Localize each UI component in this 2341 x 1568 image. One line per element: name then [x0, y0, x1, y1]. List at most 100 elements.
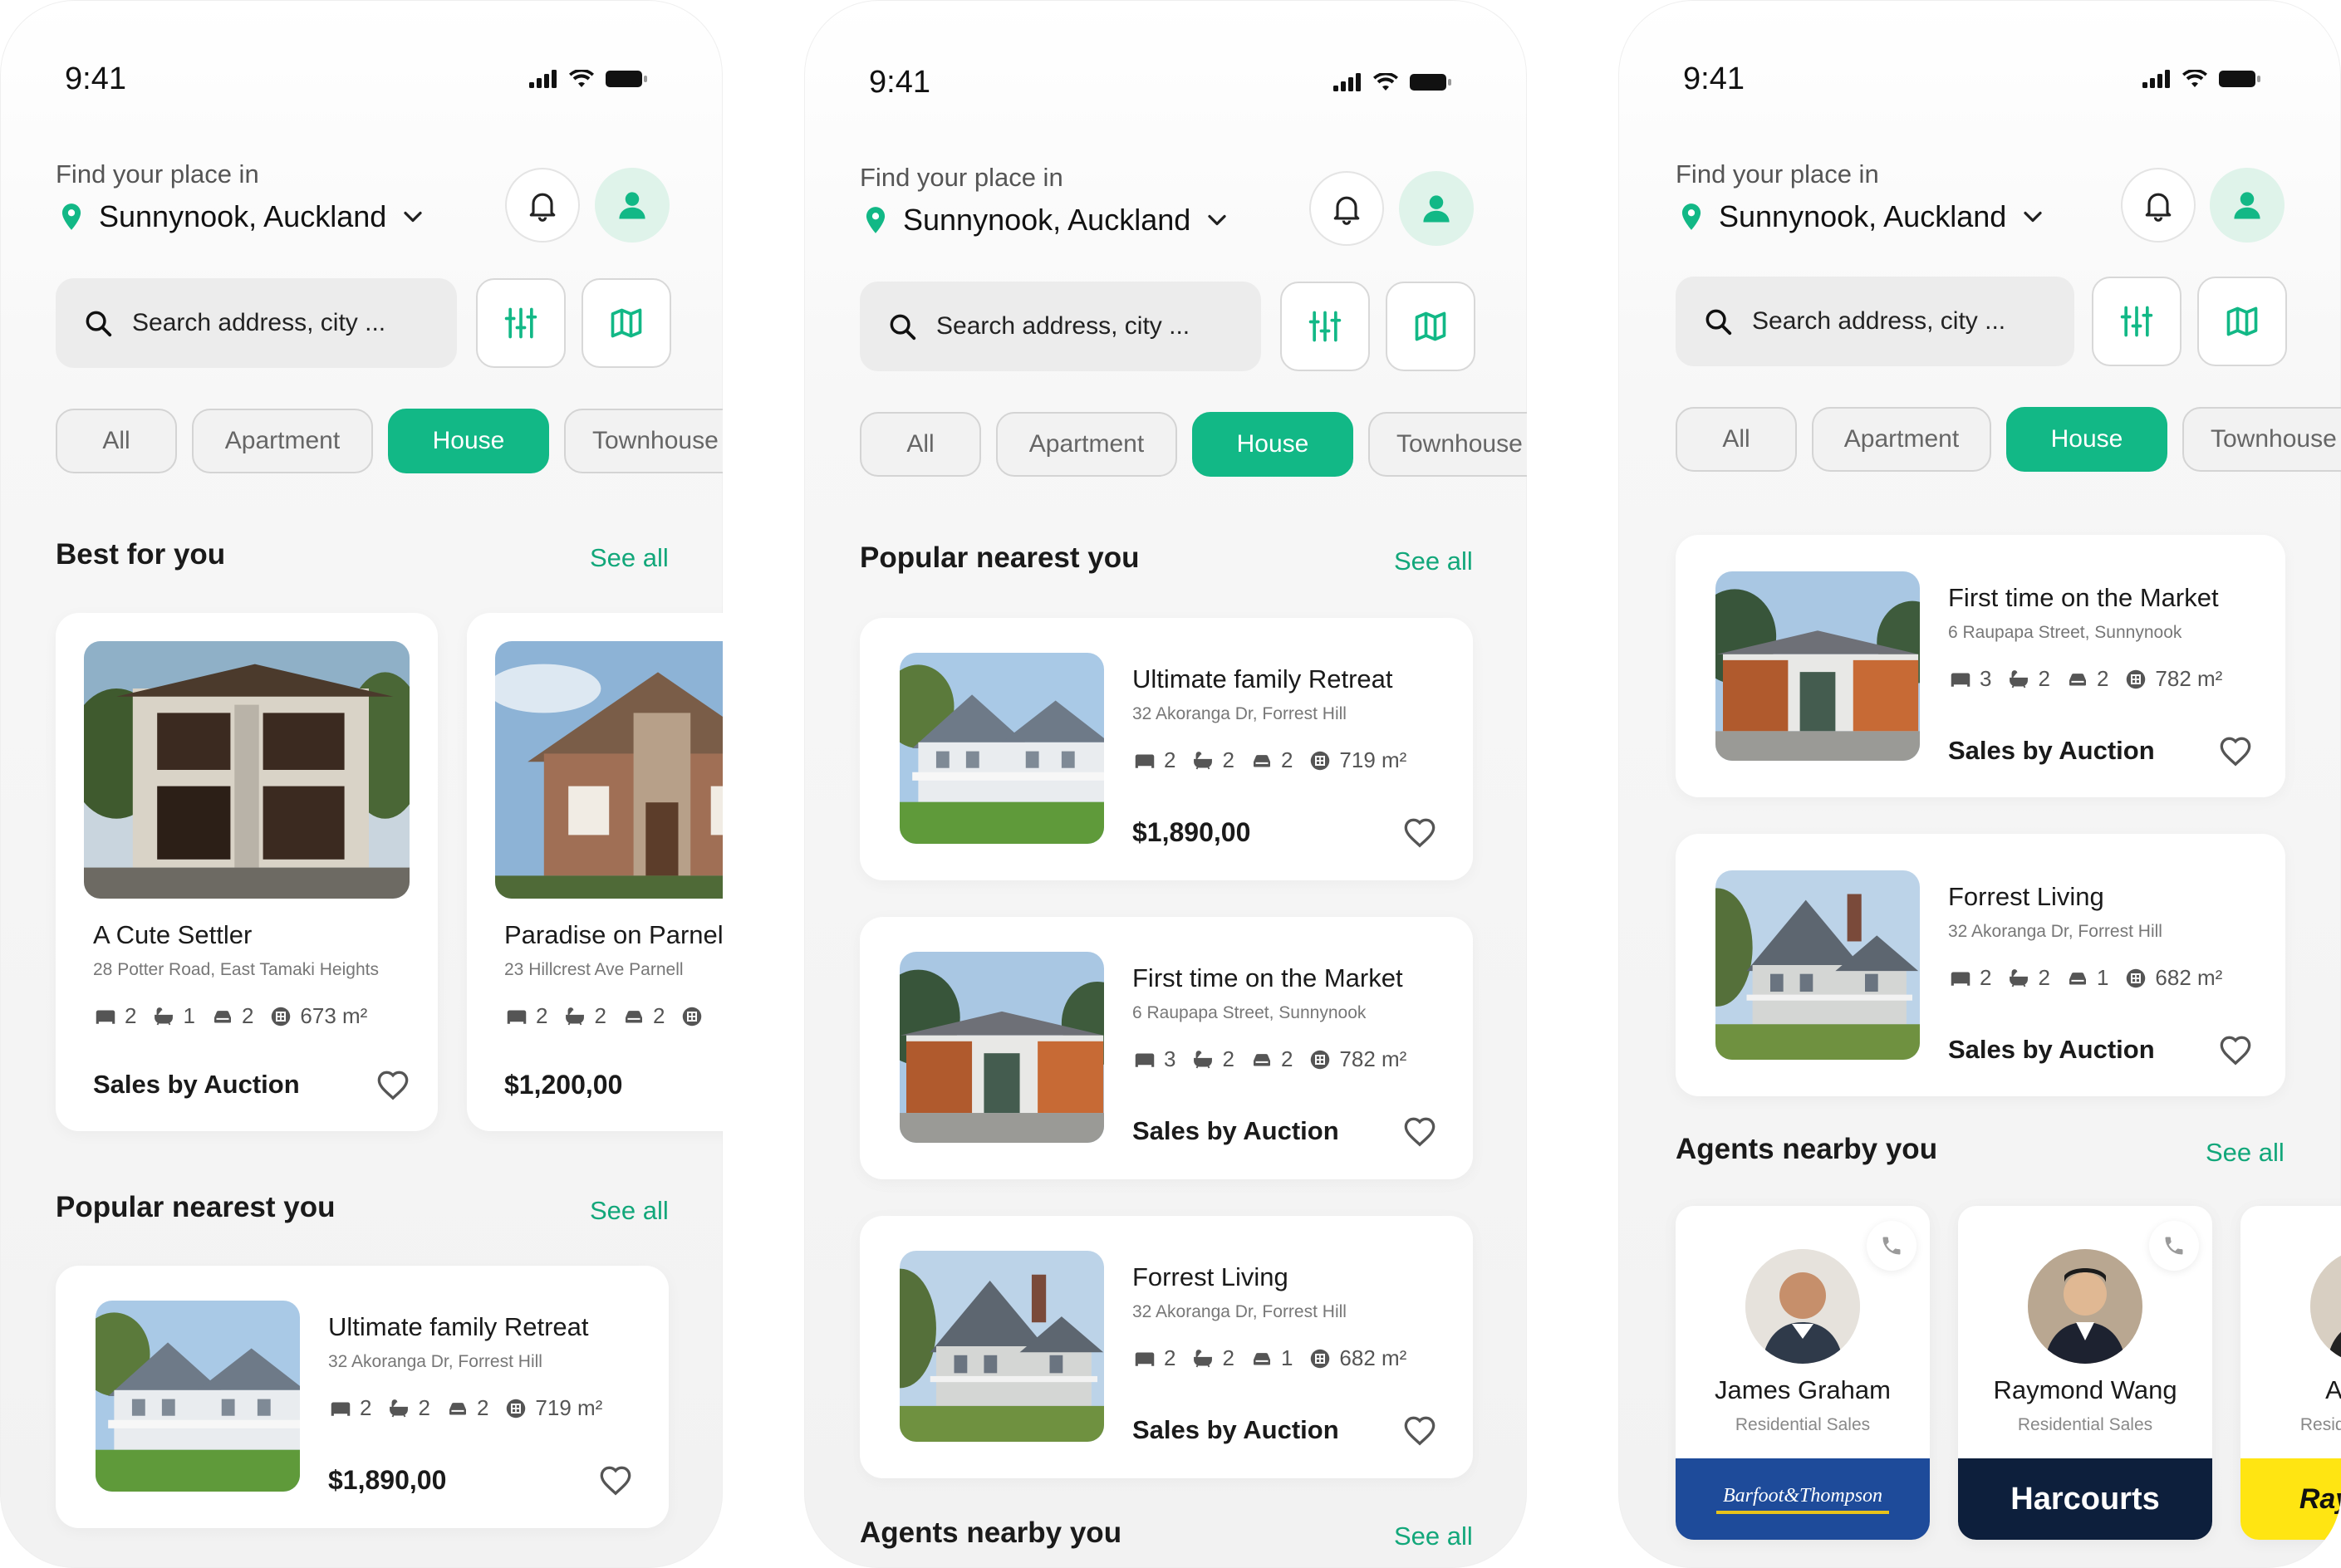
filter-button[interactable]: [476, 278, 566, 368]
see-all-agents[interactable]: See all: [1394, 1521, 1473, 1551]
see-all-agents[interactable]: See all: [2206, 1138, 2285, 1168]
area-value: 682 m²: [2155, 965, 2223, 990]
area-icon: [2123, 966, 2148, 991]
area-value: 673 m²: [300, 1003, 368, 1028]
property-title: Ultimate family Retreat: [1132, 664, 1393, 693]
sliders-icon: [2118, 303, 2155, 340]
property-card[interactable]: Forrest Living 32 Akoranga Dr, Forrest H…: [860, 1216, 1473, 1478]
agent-name: Raymond Wang: [1993, 1375, 2177, 1404]
status-icons: [528, 70, 650, 88]
garages-count: 2: [1280, 1046, 1293, 1071]
baths-count: 2: [1222, 747, 1234, 772]
property-photo: [900, 653, 1104, 844]
garages-count: 2: [652, 1003, 665, 1028]
profile-button[interactable]: [595, 168, 670, 243]
favorite-button[interactable]: [1401, 1115, 1438, 1151]
chip-townhouse[interactable]: Townhouse: [564, 409, 723, 473]
chip-house[interactable]: House: [1192, 412, 1353, 477]
bed-icon: [1948, 966, 1973, 991]
location-selector[interactable]: Sunnynook, Auckland: [56, 199, 428, 234]
find-place-label: Find your place in: [56, 159, 259, 189]
property-card[interactable]: First time on the Market 6 Raupapa Stree…: [1676, 535, 2285, 797]
chip-apartment[interactable]: Apartment: [192, 409, 373, 473]
map-button[interactable]: [582, 278, 671, 368]
call-agent-button[interactable]: [1867, 1221, 1916, 1271]
property-card[interactable]: Ultimate family Retreat 32 Akoranga Dr, …: [56, 1266, 669, 1528]
search-placeholder: Search address, city ...: [936, 312, 1190, 340]
favorite-button[interactable]: [2217, 734, 2254, 771]
status-icons: [1332, 73, 1454, 91]
heart-icon: [2219, 1035, 2252, 1068]
chip-apartment[interactable]: Apartment: [996, 412, 1177, 477]
chip-apartment[interactable]: Apartment: [1812, 407, 1991, 472]
car-icon: [2065, 966, 2090, 991]
favorite-button[interactable]: [1401, 1414, 1438, 1450]
property-card[interactable]: Paradise on Parnell 23 Hillcrest Ave Par…: [467, 613, 723, 1131]
property-footer: Sales by Auction: [1132, 1415, 1339, 1444]
chip-all[interactable]: All: [56, 409, 177, 473]
chip-all[interactable]: All: [860, 412, 981, 477]
beds-count: 2: [1980, 965, 1992, 990]
agent-card[interactable]: James Graham Residential Sales Barfoot&T…: [1676, 1206, 1930, 1540]
bath-icon: [2006, 966, 2031, 991]
bed-icon: [1132, 748, 1157, 773]
location-selector[interactable]: Sunnynook, Auckland: [1676, 199, 2048, 234]
user-icon: [2229, 187, 2265, 223]
map-button[interactable]: [1386, 282, 1475, 371]
bed-icon: [1948, 667, 1973, 692]
see-all-best[interactable]: See all: [590, 543, 669, 573]
see-all-popular[interactable]: See all: [590, 1196, 669, 1226]
call-agent-button[interactable]: [2149, 1221, 2199, 1271]
bed-icon: [1132, 1346, 1157, 1371]
chip-townhouse[interactable]: Townhouse: [2182, 407, 2341, 472]
search-input[interactable]: Search address, city ...: [1676, 277, 2074, 366]
property-card[interactable]: Forrest Living 32 Akoranga Dr, Forrest H…: [1676, 834, 2285, 1096]
chip-house[interactable]: House: [2006, 407, 2167, 472]
area-icon: [1308, 1346, 1332, 1371]
favorite-button[interactable]: [2217, 1033, 2254, 1070]
property-photo: [900, 952, 1104, 1143]
car-icon: [2065, 667, 2090, 692]
chip-house[interactable]: House: [388, 409, 549, 473]
agent-card[interactable]: Akshay Residential Sales Ray White: [2240, 1206, 2341, 1540]
see-all-popular[interactable]: See all: [1394, 546, 1473, 576]
search-input[interactable]: Search address, city ...: [56, 278, 457, 368]
beds-count: 3: [1980, 666, 1992, 691]
screen-agents-nearby: 9:41 Find your place in Sunnynook, Auckl…: [1618, 0, 2341, 1568]
map-button[interactable]: [2197, 277, 2287, 366]
agent-name: Akshay: [2325, 1375, 2341, 1404]
garages-count: 1: [2096, 965, 2109, 990]
agent-role: Residential Sales: [2017, 1415, 2153, 1434]
property-photo: [84, 641, 410, 899]
bell-icon: [2140, 187, 2177, 223]
chip-townhouse[interactable]: Townhouse: [1368, 412, 1527, 477]
property-price: $1,890,00: [1132, 817, 1251, 847]
property-card[interactable]: Ultimate family Retreat 32 Akoranga Dr, …: [860, 618, 1473, 880]
property-address: 32 Akoranga Dr, Forrest Hill: [328, 1352, 542, 1371]
property-card[interactable]: A Cute Settler 28 Potter Road, East Tama…: [56, 613, 438, 1131]
property-stats: 2 2 2 719 m²: [1132, 747, 1406, 773]
notification-button[interactable]: [1309, 171, 1384, 246]
filter-button[interactable]: [2092, 277, 2181, 366]
beds-count: 2: [536, 1003, 548, 1028]
location-selector[interactable]: Sunnynook, Auckland: [860, 203, 1232, 238]
property-title: Paradise on Parnell: [504, 920, 723, 949]
property-address: 32 Akoranga Dr, Forrest Hill: [1132, 704, 1347, 723]
agent-role: Residential Sales: [1735, 1415, 1871, 1434]
search-input[interactable]: Search address, city ...: [860, 282, 1261, 371]
notification-button[interactable]: [505, 168, 580, 243]
chip-all[interactable]: All: [1676, 407, 1797, 472]
profile-button[interactable]: [2210, 168, 2285, 243]
favorite-button[interactable]: [1401, 816, 1438, 852]
filter-button[interactable]: [1280, 282, 1370, 371]
battery-icon: [603, 70, 650, 88]
car-icon: [1249, 1047, 1274, 1072]
profile-button[interactable]: [1399, 171, 1474, 246]
agent-card[interactable]: Raymond Wang Residential Sales Harcourts: [1958, 1206, 2212, 1540]
favorite-button[interactable]: [375, 1068, 411, 1105]
category-chips: All Apartment House Townhouse: [56, 409, 723, 473]
notification-button[interactable]: [2121, 168, 2196, 243]
map-icon: [2224, 303, 2260, 340]
favorite-button[interactable]: [597, 1463, 634, 1500]
property-card[interactable]: First time on the Market 6 Raupapa Stree…: [860, 917, 1473, 1179]
